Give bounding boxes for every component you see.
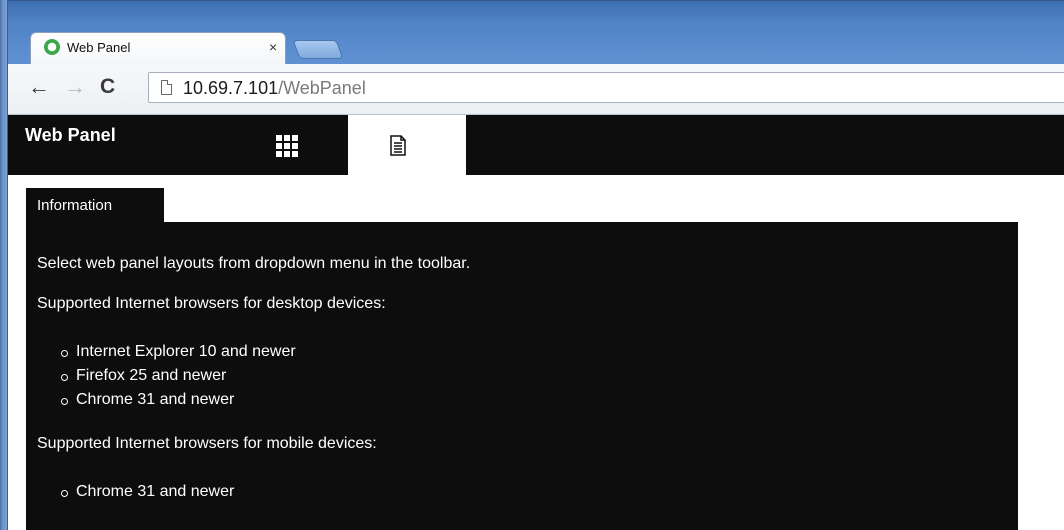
page-icon — [161, 80, 172, 95]
app-header: Web Panel — [8, 115, 1064, 175]
bullet-icon — [61, 374, 68, 381]
url-path: /WebPanel — [278, 78, 366, 98]
url-text[interactable]: 10.69.7.101/WebPanel — [183, 78, 366, 99]
bullet-icon — [61, 398, 68, 405]
browser-window: Web Panel × ← → C 10.69.7.101/WebPanel W… — [0, 0, 1064, 530]
document-tab-button[interactable] — [348, 115, 466, 175]
tab-strip: Web Panel × — [8, 0, 1064, 65]
list-item-text: Firefox 25 and newer — [76, 367, 227, 384]
browser-toolbar: ← → C 10.69.7.101/WebPanel — [8, 64, 1064, 115]
information-tab-label: Information — [37, 197, 113, 214]
tab-title: Web Panel — [67, 40, 131, 55]
url-host: 10.69.7.101 — [183, 78, 279, 98]
forward-arrow-icon[interactable]: → — [64, 76, 86, 98]
app-title: Web Panel — [25, 125, 116, 145]
list-item-text: Internet Explorer 10 and newer — [76, 343, 296, 360]
address-bar[interactable]: 10.69.7.101/WebPanel — [148, 72, 1064, 103]
grid-icon[interactable] — [276, 135, 298, 157]
bullet-icon — [61, 490, 68, 497]
tab-close-icon[interactable]: × — [269, 39, 277, 55]
information-panel: Select web panel layouts from dropdown m… — [26, 222, 1018, 530]
mobile-browsers-heading: Supported Internet browsers for mobile d… — [37, 435, 377, 452]
intro-text: Select web panel layouts from dropdown m… — [37, 255, 471, 272]
list-item-text: Chrome 31 and newer — [76, 391, 235, 408]
reload-icon[interactable]: C — [100, 76, 115, 98]
information-tab[interactable]: Information — [26, 188, 164, 223]
desktop-browsers-heading: Supported Internet browsers for desktop … — [37, 295, 386, 312]
window-border — [0, 0, 8, 530]
list-item-text: Chrome 31 and newer — [76, 483, 235, 500]
browser-tab[interactable]: Web Panel × — [30, 32, 286, 65]
back-arrow-icon[interactable]: ← — [28, 76, 50, 98]
document-icon — [390, 135, 406, 156]
new-tab-button[interactable] — [292, 40, 344, 59]
favicon-icon — [44, 39, 60, 55]
bullet-icon — [61, 350, 68, 357]
